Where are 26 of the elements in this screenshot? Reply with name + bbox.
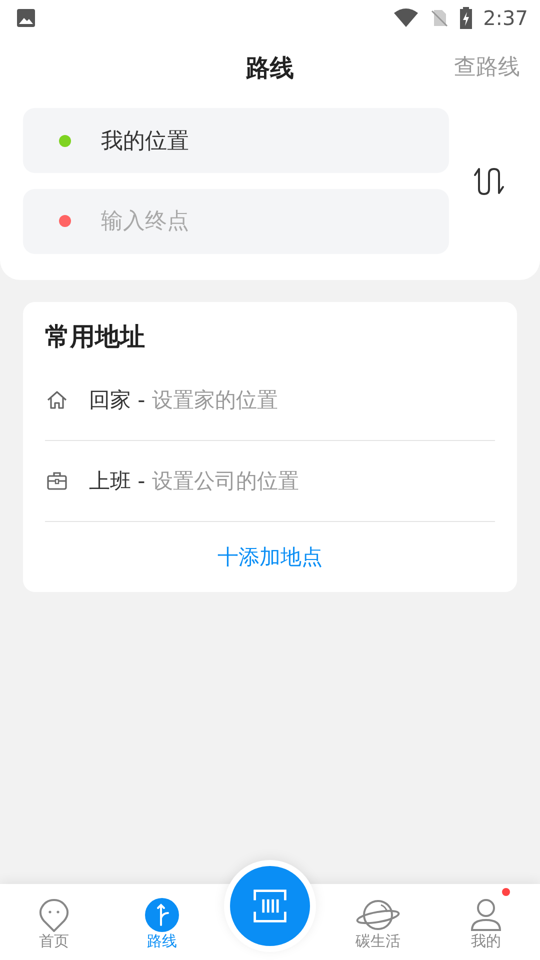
battery-icon	[459, 7, 474, 29]
search-route-link[interactable]: 查路线	[454, 52, 520, 82]
no-sim-icon	[429, 8, 450, 28]
clock-time: 2:37	[483, 6, 528, 30]
scan-icon	[251, 887, 289, 925]
wifi-icon	[393, 8, 420, 28]
nav-tab[interactable]: 我的	[432, 884, 540, 960]
origin-field[interactable]: 我的位置	[23, 108, 449, 173]
section-title: 常用地址	[45, 321, 146, 353]
destination-field[interactable]: 输入终点	[23, 189, 449, 254]
nav-tab[interactable]: 碳生活	[324, 884, 432, 960]
route-icon	[145, 898, 179, 932]
house-icon	[45, 388, 69, 412]
address-item[interactable]: 上班 - 设置公司的位置	[45, 441, 495, 522]
nav-tab[interactable]: 首页	[0, 884, 108, 960]
pin-icon	[37, 898, 71, 932]
user-icon	[469, 898, 503, 932]
briefcase-icon	[45, 469, 69, 493]
planet-icon	[356, 898, 400, 932]
add-place-button[interactable]: 十添加地点	[45, 522, 495, 592]
page-title: 路线	[246, 53, 294, 84]
address-item[interactable]: 回家 - 设置家的位置	[45, 360, 495, 441]
nav-tab[interactable]: 路线	[108, 884, 216, 960]
image-icon	[16, 8, 36, 28]
notification-dot	[502, 888, 510, 896]
scan-button[interactable]	[230, 866, 310, 946]
